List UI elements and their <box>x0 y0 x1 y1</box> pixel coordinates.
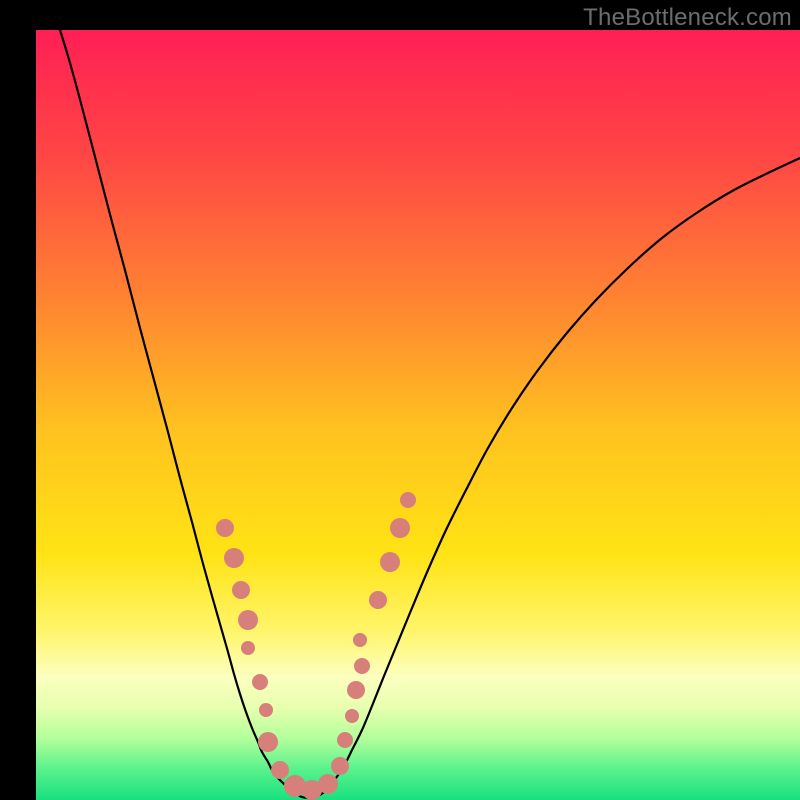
scatter-point <box>259 703 273 717</box>
scatter-point <box>318 774 338 794</box>
scatter-point <box>271 761 289 779</box>
scatter-point <box>380 552 400 572</box>
scatter-point <box>400 492 416 508</box>
bottleneck-chart <box>0 0 800 800</box>
plot-background <box>36 30 800 800</box>
scatter-point <box>224 548 244 568</box>
scatter-point <box>238 610 258 630</box>
scatter-point <box>354 658 370 674</box>
scatter-point <box>347 681 365 699</box>
scatter-point <box>390 518 410 538</box>
chart-frame: TheBottleneck.com <box>0 0 800 800</box>
scatter-point <box>353 633 367 647</box>
scatter-point <box>369 591 387 609</box>
watermark-text: TheBottleneck.com <box>583 4 792 32</box>
scatter-point <box>252 674 268 690</box>
scatter-point <box>331 757 349 775</box>
scatter-point <box>216 519 234 537</box>
scatter-point <box>232 581 250 599</box>
scatter-point <box>337 732 353 748</box>
scatter-point <box>284 775 306 797</box>
scatter-point <box>345 709 359 723</box>
scatter-point <box>258 732 278 752</box>
scatter-point <box>241 641 255 655</box>
